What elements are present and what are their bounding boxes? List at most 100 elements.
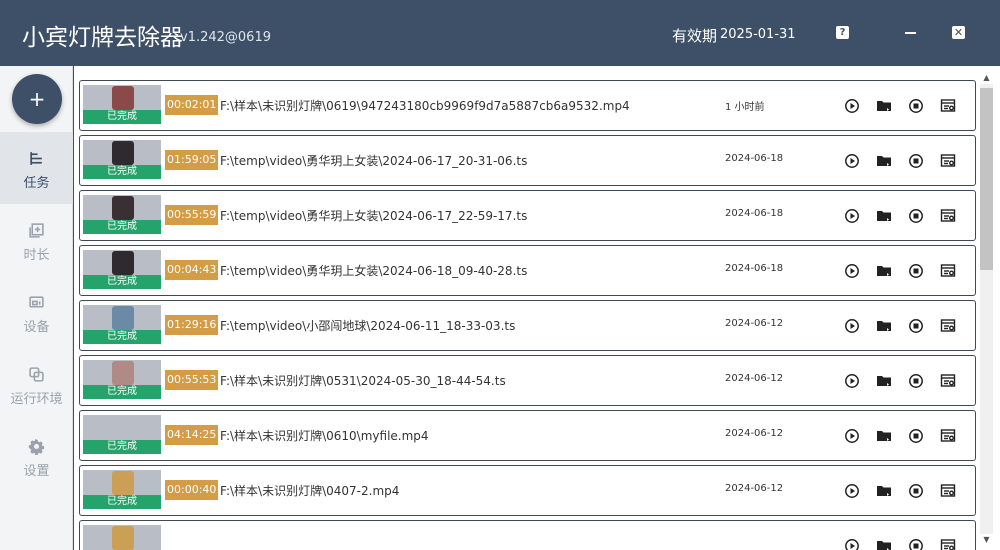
play-button[interactable] <box>844 428 860 444</box>
task-row[interactable]: 已完成 00:04:43 F:\temp\video\勇华玥上女装\2024-0… <box>79 245 976 296</box>
open-folder-button[interactable] <box>876 373 892 389</box>
stop-button[interactable] <box>908 538 924 550</box>
add-task-button[interactable]: + <box>12 74 62 124</box>
duration-badge: 01:59:05 <box>165 150 219 170</box>
task-row[interactable]: 已完成 01:59:05 F:\temp\video\勇华玥上女装\2024-0… <box>79 135 976 186</box>
help-button[interactable]: ? <box>836 26 849 39</box>
thumbnail-figure <box>112 471 134 495</box>
play-button[interactable] <box>844 208 860 224</box>
close-button[interactable]: ✕ <box>952 26 965 39</box>
open-folder-button[interactable] <box>876 263 892 279</box>
details-button[interactable] <box>940 483 956 499</box>
task-time: 1 小时前 <box>725 102 765 113</box>
play-icon <box>845 154 859 168</box>
video-thumbnail: 已完成 <box>83 470 161 509</box>
play-button[interactable] <box>844 483 860 499</box>
task-row[interactable]: 已完成 04:14:25 F:\样本\未识别灯牌\0610\myfile.mp4… <box>79 410 976 461</box>
stop-button[interactable] <box>908 318 924 334</box>
play-button[interactable] <box>844 263 860 279</box>
open-folder-button[interactable] <box>876 483 892 499</box>
details-icon <box>940 429 956 442</box>
scrollbar-thumb[interactable] <box>980 88 993 270</box>
sidebar: + 任务 时长 设备 运行环境 设置 <box>0 66 73 550</box>
details-button[interactable] <box>940 263 956 279</box>
status-badge: 已完成 <box>83 220 161 234</box>
details-button[interactable] <box>940 428 956 444</box>
details-button[interactable] <box>940 318 956 334</box>
duration-badge: 00:55:59 <box>165 205 219 225</box>
open-folder-button[interactable] <box>876 98 892 114</box>
task-row[interactable]: 已完成 00:55:53 F:\样本\未识别灯牌\0531\2024-05-30… <box>79 355 976 406</box>
duration-badge: 00:55:53 <box>165 370 219 390</box>
details-button[interactable] <box>940 153 956 169</box>
scroll-up-arrow[interactable]: ▲ <box>980 72 993 84</box>
play-button[interactable] <box>844 318 860 334</box>
sidebar-item-label: 设备 <box>23 320 50 335</box>
minimize-button[interactable] <box>900 24 922 42</box>
task-time: 2024-06-12 <box>725 483 784 494</box>
task-row[interactable] <box>79 520 976 550</box>
environment-icon <box>29 367 44 382</box>
file-path: F:\样本\未识别灯牌\0407-2.mp4 <box>220 484 400 498</box>
validity-date: 2025-01-31 <box>720 27 796 42</box>
details-button[interactable] <box>940 98 956 114</box>
status-badge: 已完成 <box>83 110 161 124</box>
play-button[interactable] <box>844 538 860 550</box>
details-icon <box>940 374 956 387</box>
stop-icon <box>909 154 923 168</box>
details-icon <box>940 99 956 112</box>
file-path: F:\temp\video\勇华玥上女装\2024-06-17_22-59-17… <box>220 209 528 223</box>
stop-button[interactable] <box>908 98 924 114</box>
play-button[interactable] <box>844 373 860 389</box>
play-button[interactable] <box>844 98 860 114</box>
sidebar-item-duration[interactable]: 时长 <box>0 204 73 276</box>
stop-button[interactable] <box>908 153 924 169</box>
stop-icon <box>909 539 923 550</box>
status-badge: 已完成 <box>83 385 161 399</box>
task-row[interactable]: 已完成 00:00:40 F:\样本\未识别灯牌\0407-2.mp4 2024… <box>79 465 976 516</box>
video-thumbnail: 已完成 <box>83 250 161 289</box>
task-time: 2024-06-12 <box>725 318 784 329</box>
play-icon <box>845 374 859 388</box>
file-path: F:\temp\video\小邵闯地球\2024-06-11_18-33-03.… <box>220 319 516 333</box>
folder-open-icon <box>877 321 891 331</box>
duration-badge: 01:29:16 <box>165 315 219 335</box>
task-list-icon <box>30 152 42 165</box>
status-badge: 已完成 <box>83 165 161 179</box>
sidebar-item-device[interactable]: 设备 <box>0 276 73 348</box>
app-version: v1.242@0619 <box>180 30 271 45</box>
task-row[interactable]: 已完成 00:55:59 F:\temp\video\勇华玥上女装\2024-0… <box>79 190 976 241</box>
stop-button[interactable] <box>908 483 924 499</box>
stop-button[interactable] <box>908 263 924 279</box>
thumbnail-figure <box>112 361 134 385</box>
play-button[interactable] <box>844 153 860 169</box>
play-icon <box>845 484 859 498</box>
play-icon <box>845 539 859 550</box>
task-time: 2024-06-18 <box>725 153 784 164</box>
sidebar-item-tasks[interactable]: 任务 <box>0 132 73 204</box>
task-row[interactable]: 已完成 01:29:16 F:\temp\video\小邵闯地球\2024-06… <box>79 300 976 351</box>
stop-button[interactable] <box>908 373 924 389</box>
open-folder-button[interactable] <box>876 153 892 169</box>
video-thumbnail: 已完成 <box>83 85 161 124</box>
sidebar-item-environment[interactable]: 运行环境 <box>0 348 73 420</box>
open-folder-button[interactable] <box>876 318 892 334</box>
details-button[interactable] <box>940 373 956 389</box>
file-path: F:\temp\video\勇华玥上女装\2024-06-18_09-40-28… <box>220 264 528 278</box>
sidebar-item-settings[interactable]: 设置 <box>0 420 73 492</box>
details-button[interactable] <box>940 208 956 224</box>
status-badge: 已完成 <box>83 495 161 509</box>
scroll-down-arrow[interactable]: ▼ <box>980 534 993 546</box>
stop-button[interactable] <box>908 208 924 224</box>
open-folder-button[interactable] <box>876 538 892 550</box>
details-button[interactable] <box>940 538 956 550</box>
thumbnail-figure <box>112 141 134 165</box>
duration-badge: 00:02:01 <box>165 95 219 115</box>
task-row[interactable]: 已完成 00:02:01 F:\样本\未识别灯牌\0619\947243180c… <box>79 80 976 131</box>
open-folder-button[interactable] <box>876 428 892 444</box>
stop-button[interactable] <box>908 428 924 444</box>
gear-icon <box>28 438 45 455</box>
details-icon <box>940 154 956 167</box>
open-folder-button[interactable] <box>876 208 892 224</box>
file-path: F:\样本\未识别灯牌\0610\myfile.mp4 <box>220 429 429 443</box>
